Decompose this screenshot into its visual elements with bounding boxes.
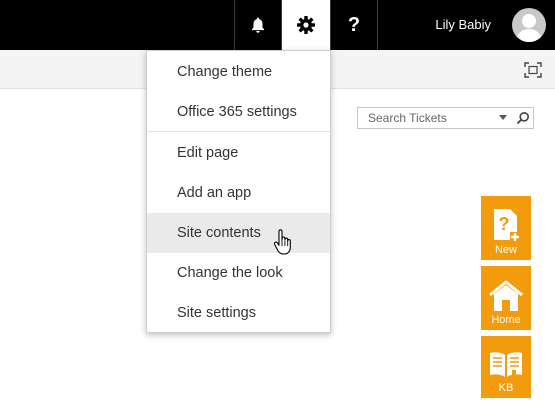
focus-mode-icon (524, 62, 542, 78)
search-button[interactable] (516, 111, 530, 130)
search-input[interactable] (358, 108, 498, 128)
tile-label-kb: KB (498, 382, 514, 394)
tile-label-home: Home (491, 314, 521, 326)
person-icon (516, 14, 542, 42)
bell-icon (252, 17, 264, 33)
home-tile[interactable]: Home (481, 266, 531, 330)
menu-item-change-theme[interactable]: Change theme (147, 52, 330, 92)
svg-text:?: ? (499, 214, 510, 234)
book-icon (490, 352, 522, 378)
hand-cursor-icon (273, 229, 291, 255)
tile-label-new: New (494, 244, 517, 256)
menu-item-site-settings[interactable]: Site settings (147, 293, 330, 333)
search-icon (516, 112, 529, 125)
user-name[interactable]: Lily Babiy (435, 0, 491, 50)
knowledge-base-tile[interactable]: KB (481, 336, 531, 398)
menu-item-edit-page[interactable]: Edit page (147, 133, 330, 173)
new-ticket-icon: ? (494, 209, 520, 242)
new-ticket-tile[interactable]: ? New (481, 196, 531, 260)
help-icon: ? (347, 13, 361, 36)
settings-menu: Change theme Office 365 settings Edit pa… (146, 50, 331, 333)
menu-item-add-an-app[interactable]: Add an app (147, 173, 330, 213)
search-box (357, 107, 534, 129)
separator (377, 0, 378, 50)
focus-on-content-button[interactable] (524, 62, 542, 78)
menu-divider (147, 131, 330, 132)
menu-item-office-365-settings[interactable]: Office 365 settings (147, 92, 330, 132)
notifications-button[interactable] (235, 0, 281, 50)
menu-item-site-contents[interactable]: Site contents (147, 213, 330, 253)
search-scope-dropdown[interactable] (499, 115, 507, 120)
menu-item-change-the-look[interactable]: Change the look (147, 253, 330, 293)
avatar[interactable] (512, 8, 546, 42)
suite-bar: ? Lily Babiy (0, 0, 555, 50)
gear-icon (297, 16, 315, 34)
home-icon (489, 280, 523, 311)
settings-button[interactable] (282, 0, 330, 50)
help-button[interactable]: ? (331, 0, 377, 50)
